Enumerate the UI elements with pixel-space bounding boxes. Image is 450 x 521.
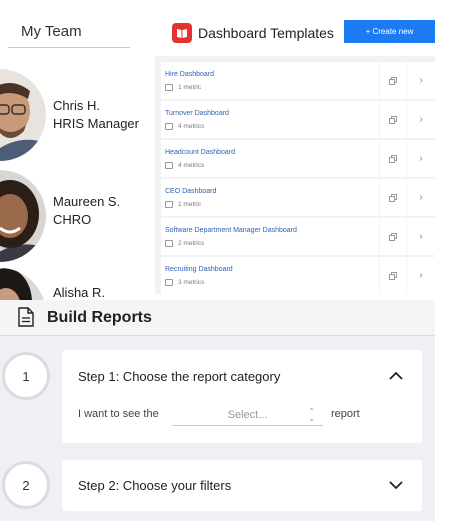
chevron-up-icon[interactable] xyxy=(388,371,404,381)
copy-icon[interactable] xyxy=(380,257,406,294)
chevron-right-icon[interactable]: › xyxy=(407,140,435,177)
build-reports-section: Build Reports 1 Step 1: Choose the repor… xyxy=(0,300,435,521)
metric-icon xyxy=(165,201,173,208)
dashboard-metrics: 2 metrics xyxy=(165,240,204,247)
select-placeholder: Select... xyxy=(227,408,268,421)
team-member-card[interactable]: Chris H. HRIS Manager xyxy=(0,68,160,162)
dashboard-list: Hire Dashboard 1 metric › Turnover Dashb… xyxy=(155,56,435,294)
dashboard-metrics: 3 metrics xyxy=(165,279,204,286)
select-updown-icon: ⌃ ⌄ xyxy=(308,407,315,423)
chevron-right-icon[interactable]: › xyxy=(407,101,435,138)
copy-icon[interactable] xyxy=(380,62,406,99)
query-prefix: I want to see the xyxy=(78,408,159,420)
metric-icon xyxy=(165,279,173,286)
metric-icon xyxy=(165,240,173,247)
list-item[interactable]: Turnover Dashboard 4 metrics › xyxy=(161,101,435,138)
document-icon xyxy=(18,307,34,327)
dashboard-name[interactable]: Recruiting Dashboard xyxy=(165,266,233,273)
team-member-card[interactable]: Alisha R. xyxy=(0,268,160,300)
dashboard-templates-title: Dashboard Templates xyxy=(198,25,334,41)
metric-icon xyxy=(165,162,173,169)
metrics-count: 4 metrics xyxy=(178,162,205,169)
metrics-count: 1 metric xyxy=(178,84,202,91)
metrics-count: 2 metrics xyxy=(178,240,205,247)
avatar xyxy=(0,69,46,161)
dashboard-item-body[interactable]: Software Department Manager Dashboard 2 … xyxy=(161,218,379,255)
metric-icon xyxy=(165,84,173,91)
dashboard-item-body[interactable]: Recruiting Dashboard 3 metrics xyxy=(161,257,379,294)
dashboard-name[interactable]: Headcount Dashboard xyxy=(165,149,235,156)
avatar xyxy=(0,268,46,300)
chevron-down-icon[interactable] xyxy=(388,480,404,490)
step-title[interactable]: Step 1: Choose the report category xyxy=(78,369,280,384)
member-role: CHRO xyxy=(53,212,92,227)
dashboard-item-body[interactable]: Hire Dashboard 1 metric xyxy=(161,62,379,99)
dashboard-metrics: 1 metric xyxy=(165,201,201,208)
report-category-select[interactable]: Select... ⌃ ⌄ xyxy=(172,404,323,426)
list-item[interactable]: CEO Dashboard 1 metric › xyxy=(161,179,435,216)
chevron-right-icon[interactable]: › xyxy=(407,257,435,294)
dashboard-name[interactable]: CEO Dashboard xyxy=(165,188,216,195)
chevron-right-icon[interactable]: › xyxy=(407,218,435,255)
build-reports-header: Build Reports xyxy=(0,300,435,336)
metrics-count: 1 metric xyxy=(178,201,202,208)
create-new-button[interactable]: + Create new xyxy=(344,20,435,43)
team-member-card[interactable]: Maureen S. CHRO xyxy=(0,168,160,262)
dashboard-name[interactable]: Software Department Manager Dashboard xyxy=(165,227,297,234)
member-name: Alisha R. xyxy=(53,285,106,300)
build-reports-title: Build Reports xyxy=(47,309,152,326)
dashboard-item-body[interactable]: CEO Dashboard 1 metric xyxy=(161,179,379,216)
avatar xyxy=(0,170,46,262)
dashboard-name[interactable]: Hire Dashboard xyxy=(165,71,214,78)
copy-icon[interactable] xyxy=(380,218,406,255)
query-suffix: report xyxy=(331,408,360,420)
dashboard-templates-header: Dashboard Templates xyxy=(172,22,334,44)
metrics-count: 4 metrics xyxy=(178,123,205,130)
member-name: Chris H. xyxy=(53,98,100,113)
list-item[interactable]: Recruiting Dashboard 3 metrics › xyxy=(161,257,435,294)
dashboard-metrics: 1 metric xyxy=(165,84,201,91)
book-icon xyxy=(172,23,192,43)
dashboard-metrics: 4 metrics xyxy=(165,162,204,169)
list-item[interactable]: Hire Dashboard 1 metric › xyxy=(161,62,435,99)
dashboard-metrics: 4 metrics xyxy=(165,123,204,130)
member-name: Maureen S. xyxy=(53,194,121,209)
dashboard-item-body[interactable]: Turnover Dashboard 4 metrics xyxy=(161,101,379,138)
copy-icon[interactable] xyxy=(380,101,406,138)
metric-icon xyxy=(165,123,173,130)
step-number-badge: 2 xyxy=(2,461,50,509)
chevron-right-icon[interactable]: › xyxy=(407,179,435,216)
step-number-badge: 1 xyxy=(2,352,50,400)
member-role: HRIS Manager xyxy=(53,116,139,131)
step-title[interactable]: Step 2: Choose your filters xyxy=(78,478,231,493)
step-card[interactable]: Step 2: Choose your filters xyxy=(62,460,422,511)
list-item[interactable]: Headcount Dashboard 4 metrics › xyxy=(161,140,435,177)
dashboard-item-body[interactable]: Headcount Dashboard 4 metrics xyxy=(161,140,379,177)
copy-icon[interactable] xyxy=(380,179,406,216)
step-card: Step 1: Choose the report category I wan… xyxy=(62,350,422,443)
copy-icon[interactable] xyxy=(380,140,406,177)
dashboard-name[interactable]: Turnover Dashboard xyxy=(165,110,229,117)
metrics-count: 3 metrics xyxy=(178,279,205,286)
chevron-right-icon[interactable]: › xyxy=(407,62,435,99)
team-title: My Team xyxy=(8,18,130,48)
list-item[interactable]: Software Department Manager Dashboard 2 … xyxy=(161,218,435,255)
